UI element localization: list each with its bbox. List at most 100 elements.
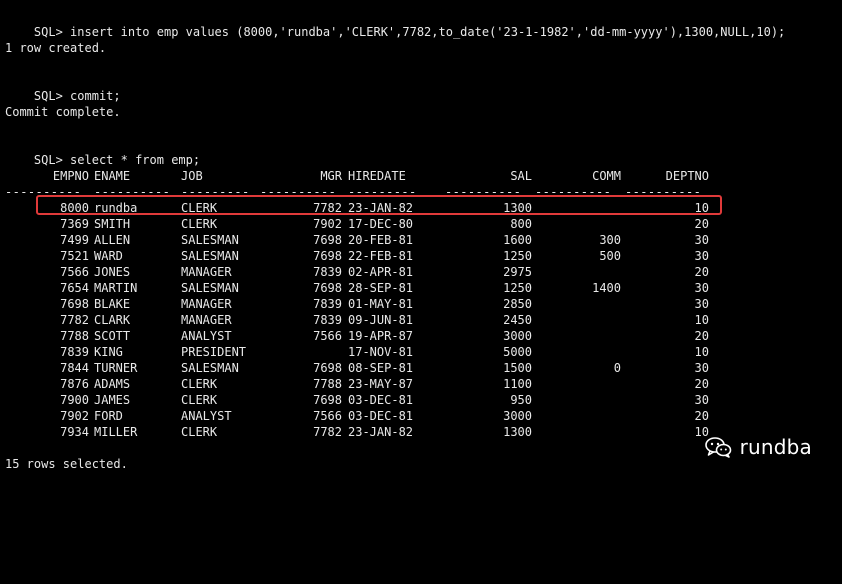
cell-empno: 7876 bbox=[60, 377, 89, 391]
cell-mgr bbox=[260, 344, 342, 360]
table-row: 7844 TURNER SALESMAN 7698 08-SEP-81 1500… bbox=[5, 360, 837, 376]
sql-insert-line: SQL> insert into emp values (8000,'rundb… bbox=[5, 8, 785, 39]
cell-deptno: 20 bbox=[694, 409, 709, 423]
cell-job: MANAGER bbox=[181, 313, 232, 327]
header-hiredate: HIREDATE bbox=[348, 169, 406, 183]
sql-select-line: SQL> select * from emp; bbox=[5, 136, 200, 167]
cell-mgr: 7782 bbox=[313, 425, 342, 439]
cell-comm bbox=[535, 424, 621, 440]
cell-empno: 7369 bbox=[60, 217, 89, 231]
cell-deptno: 20 bbox=[694, 217, 709, 231]
cell-sal: 2850 bbox=[503, 297, 532, 311]
cell-deptno: 10 bbox=[694, 313, 709, 327]
cell-mgr: 7698 bbox=[313, 281, 342, 295]
table-row: 7788 SCOTT ANALYST 7566 19-APR-87 3000 2… bbox=[5, 328, 837, 344]
sql-prompt: SQL> bbox=[33, 89, 63, 103]
cell-ename: SCOTT bbox=[94, 329, 131, 343]
cell-ename: CLARK bbox=[94, 313, 131, 327]
cell-ename: TURNER bbox=[94, 361, 138, 375]
cell-job: SALESMAN bbox=[181, 233, 239, 247]
table-row: 7900 JAMES CLERK 7698 03-DEC-81 950 30 bbox=[5, 392, 837, 408]
cell-empno: 7844 bbox=[60, 361, 89, 375]
cell-hiredate: 23-MAY-87 bbox=[348, 377, 414, 391]
cell-ename: MILLER bbox=[94, 425, 138, 439]
cell-deptno: 10 bbox=[694, 345, 709, 359]
header-ename: ENAME bbox=[94, 169, 131, 183]
cell-sal: 3000 bbox=[503, 409, 532, 423]
cell-empno: 7900 bbox=[60, 393, 89, 407]
cell-sal: 1250 bbox=[503, 249, 532, 263]
cell-job: CLERK bbox=[181, 425, 218, 439]
cell-mgr: 7839 bbox=[313, 297, 342, 311]
cell-mgr: 7566 bbox=[313, 329, 342, 343]
cell-hiredate: 08-SEP-81 bbox=[348, 361, 414, 375]
cell-comm: 0 bbox=[613, 361, 621, 375]
table-row: 7902 FORD ANALYST 7566 03-DEC-81 3000 20 bbox=[5, 408, 837, 424]
cell-empno: 7788 bbox=[60, 329, 89, 343]
cell-mgr: 7698 bbox=[313, 393, 342, 407]
cell-sal: 800 bbox=[510, 217, 532, 231]
cell-comm bbox=[535, 408, 621, 424]
cell-mgr: 7902 bbox=[313, 217, 342, 231]
cell-deptno: 20 bbox=[694, 329, 709, 343]
cell-deptno: 30 bbox=[694, 297, 709, 311]
table-row: 7499 ALLEN SALESMAN 7698 20-FEB-81 1600 … bbox=[5, 232, 837, 248]
wechat-icon bbox=[704, 437, 731, 458]
cell-empno: 7782 bbox=[60, 313, 89, 327]
table-row: 7566 JONES MANAGER 7839 02-APR-81 2975 2… bbox=[5, 264, 837, 280]
cell-comm bbox=[535, 216, 621, 232]
cell-job: ANALYST bbox=[181, 409, 232, 423]
cell-deptno: 20 bbox=[694, 265, 709, 279]
cell-empno: 7839 bbox=[60, 345, 89, 359]
cell-hiredate: 17-NOV-81 bbox=[348, 345, 414, 359]
cell-sal: 1600 bbox=[503, 233, 532, 247]
cell-sal: 1100 bbox=[503, 377, 532, 391]
sql-commit-line: SQL> commit; bbox=[5, 72, 121, 103]
header-job: JOB bbox=[181, 169, 203, 183]
cell-comm bbox=[535, 296, 621, 312]
cell-ename: KING bbox=[94, 345, 123, 359]
select-command: select * from emp; bbox=[70, 153, 201, 167]
row-created-message: 1 row created. bbox=[5, 41, 107, 55]
watermark: rundba bbox=[704, 435, 812, 459]
cell-ename: ADAMS bbox=[94, 377, 131, 391]
cell-sal: 3000 bbox=[503, 329, 532, 343]
cell-mgr: 7566 bbox=[313, 409, 342, 423]
cell-mgr: 7698 bbox=[313, 233, 342, 247]
cell-hiredate: 01-MAY-81 bbox=[348, 297, 414, 311]
cell-mgr: 7839 bbox=[313, 313, 342, 327]
cell-deptno: 10 bbox=[694, 425, 709, 439]
cell-hiredate: 23-JAN-82 bbox=[348, 425, 414, 439]
terminal-window[interactable]: SQL> insert into emp values (8000,'rundb… bbox=[5, 8, 837, 473]
table-row: 7876 ADAMS CLERK 7788 23-MAY-87 1100 20 bbox=[5, 376, 837, 392]
cell-deptno: 30 bbox=[694, 233, 709, 247]
cell-ename: BLAKE bbox=[94, 297, 131, 311]
rows-selected-message: 15 rows selected. bbox=[5, 457, 128, 471]
highlight-box bbox=[36, 195, 722, 215]
cell-comm bbox=[535, 328, 621, 344]
header-empno: EMPNO bbox=[52, 169, 89, 183]
cell-ename: SMITH bbox=[94, 217, 131, 231]
cell-sal: 5000 bbox=[503, 345, 532, 359]
cell-ename: FORD bbox=[94, 409, 123, 423]
table-row: 7521 WARD SALESMAN 7698 22-FEB-81 1250 5… bbox=[5, 248, 837, 264]
cell-ename: MARTIN bbox=[94, 281, 138, 295]
watermark-text: rundba bbox=[739, 435, 812, 459]
header-sal: SAL bbox=[510, 169, 532, 183]
cell-ename: WARD bbox=[94, 249, 123, 263]
cell-job: MANAGER bbox=[181, 297, 232, 311]
cell-comm bbox=[535, 392, 621, 408]
cell-job: PRESIDENT bbox=[181, 345, 247, 359]
cell-empno: 7521 bbox=[60, 249, 89, 263]
cell-comm bbox=[535, 344, 621, 360]
cell-job: CLERK bbox=[181, 377, 218, 391]
cell-sal: 1250 bbox=[503, 281, 532, 295]
cell-ename: JONES bbox=[94, 265, 131, 279]
header-mgr: MGR bbox=[320, 169, 342, 183]
table-row: 7839 KING PRESIDENT 17-NOV-81 5000 10 bbox=[5, 344, 837, 360]
table-row: 7782 CLARK MANAGER 7839 09-JUN-81 2450 1… bbox=[5, 312, 837, 328]
cell-comm: 500 bbox=[599, 249, 621, 263]
sql-prompt: SQL> bbox=[33, 25, 63, 39]
cell-comm bbox=[535, 264, 621, 280]
cell-mgr: 7839 bbox=[313, 265, 342, 279]
